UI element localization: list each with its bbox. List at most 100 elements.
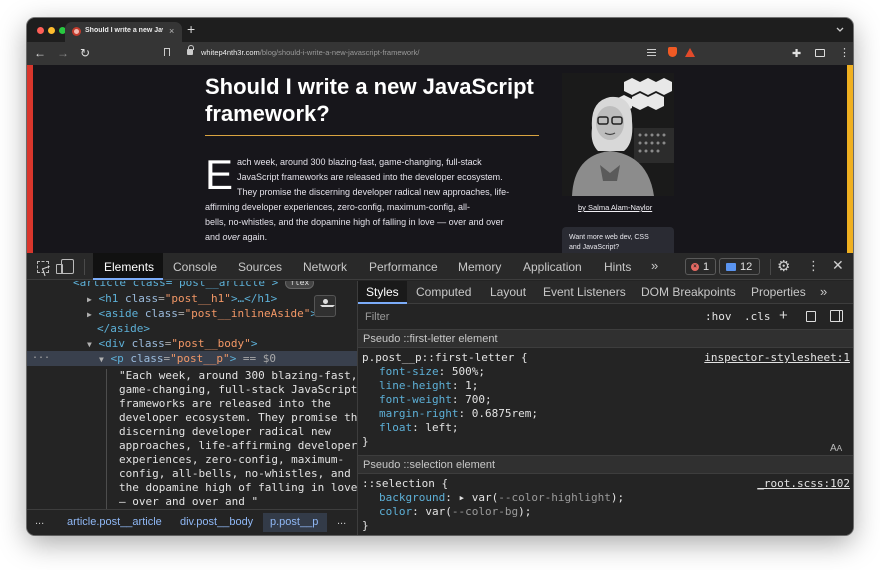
lock-icon[interactable] <box>187 45 194 55</box>
tab-performance[interactable]: Performance <box>369 260 438 274</box>
rewards-icon[interactable] <box>685 48 695 57</box>
bookmark-icon[interactable] <box>164 48 170 56</box>
tab-hints[interactable]: Hints <box>604 260 631 274</box>
toggle-hover-state-button[interactable]: :hov <box>705 310 732 323</box>
selection-source-link[interactable]: _root.scss:102 <box>757 477 850 490</box>
tab-layout[interactable]: Layout <box>490 285 526 299</box>
tab-memory[interactable]: Memory <box>458 260 501 274</box>
close-devtools-icon[interactable]: ✕ <box>832 257 844 274</box>
devtools-menu-icon[interactable]: ⋮ <box>807 258 820 274</box>
css-property[interactable]: font-weight: 700; <box>379 393 492 407</box>
dom-text-line: game-changing, full-stack JavaScript <box>119 383 357 396</box>
message-count: 12 <box>740 261 753 273</box>
first-letter-selector[interactable]: p.post__p::first-letter { <box>362 351 528 365</box>
selection-selector[interactable]: ::selection { <box>362 477 448 491</box>
dom-text-line: discerning developer radical new <box>119 425 331 438</box>
tab-title: Should I write a new JavaScri... <box>85 27 163 34</box>
dom-node-div[interactable]: ▼ <div class="post__body"> <box>87 337 257 352</box>
headline-rule <box>205 135 539 136</box>
promo-text: Want more web dev, CSS <box>569 234 649 241</box>
tab-strip: Should I write a new JavaScri... × + <box>27 18 853 42</box>
forward-icon[interactable]: → <box>57 47 69 59</box>
devtools-panel: Elements Console Sources Network Perform… <box>27 253 853 535</box>
pseudo-first-letter-header: Pseudo ::first-letter element <box>358 330 853 348</box>
dom-text-line: developer ecosystem. They promise the <box>119 411 357 424</box>
author-byline-link[interactable]: by Salma Alam-Naylor <box>578 203 652 212</box>
styles-filter-input[interactable]: Filter <box>362 309 692 325</box>
tab-sources[interactable]: Sources <box>238 260 282 274</box>
menu-icon[interactable]: ⋮ <box>839 46 850 59</box>
minimize-window-button[interactable] <box>48 27 55 34</box>
inspect-element-icon[interactable] <box>37 261 49 273</box>
breadcrumb-overflow-left[interactable]: ... <box>35 515 44 527</box>
tab-network[interactable]: Network <box>303 260 347 274</box>
page-viewport: Should I write a new JavaScript framewor… <box>27 65 853 253</box>
message-count-badge[interactable]: 12 <box>719 258 760 275</box>
back-icon[interactable]: ← <box>34 47 46 59</box>
breadcrumb-overflow-right[interactable]: ... <box>337 515 346 527</box>
toggle-classes-button[interactable]: .cls <box>744 310 771 323</box>
dom-text-line: frameworks are released into the <box>119 397 331 410</box>
toggle-sidebar-icon[interactable] <box>830 310 843 322</box>
breadcrumb-div[interactable]: div.post__body <box>180 516 253 528</box>
dom-node-aside-close[interactable]: </aside> <box>97 322 150 336</box>
brave-shield-icon[interactable] <box>668 47 677 57</box>
tab-close-icon[interactable]: × <box>169 26 174 36</box>
breadcrumb-p[interactable]: p.post__p <box>270 516 318 528</box>
divider <box>84 259 85 275</box>
dom-tree: ... <article class="post__article"> flex… <box>27 281 357 509</box>
tab-styles[interactable]: Styles <box>358 281 407 304</box>
device-toolbar-icon[interactable] <box>56 259 74 274</box>
breadcrumb-article[interactable]: article.post__article <box>67 516 162 528</box>
first-letter-source-link[interactable]: inspector-stylesheet:1 <box>704 351 850 364</box>
tab-event-listeners[interactable]: Event Listeners <box>543 285 626 299</box>
indent-guide <box>106 369 107 509</box>
tab-console[interactable]: Console <box>173 260 217 274</box>
article-body-line: and over again. <box>205 232 268 242</box>
new-tab-button[interactable]: + <box>187 21 195 37</box>
reload-icon[interactable]: ↻ <box>80 47 90 59</box>
css-property[interactable]: color: var(--color-bg); <box>379 505 531 519</box>
css-property[interactable]: float: left; <box>379 421 459 435</box>
dom-node-h1[interactable]: ▶ <h1 class="post__h1">…</h1> <box>87 292 277 307</box>
right-accent-bar <box>847 65 853 253</box>
error-count: 1 <box>703 261 710 273</box>
browser-window: Should I write a new JavaScri... × + ← →… <box>27 18 853 535</box>
css-property[interactable]: margin-right: 0.6875rem; <box>379 407 538 421</box>
dom-text-line: approaches, life-affirming developer <box>119 439 357 452</box>
tab-elements[interactable]: Elements <box>93 253 163 280</box>
url-path: /blog/should-i-write-a-new-javascript-fr… <box>259 48 420 57</box>
extensions-icon[interactable]: ✚ <box>792 47 801 60</box>
css-property[interactable]: background: ▸ var(--color-highlight); <box>379 491 624 505</box>
css-property[interactable]: line-height: 1; <box>379 379 478 393</box>
new-style-rule-icon[interactable]: + <box>779 307 788 324</box>
settings-gear-icon[interactable]: ⚙ <box>777 257 790 275</box>
font-editor-icon[interactable]: AA <box>830 443 842 454</box>
rendering-emulation-icon[interactable] <box>806 311 816 322</box>
dom-node-article[interactable]: <article class="post__article"> flex <box>73 281 315 290</box>
url-text[interactable]: whitep4nth3r.com/blog/should-i-write-a-n… <box>201 48 419 57</box>
devtools-tab-bar: Elements Console Sources Network Perform… <box>27 253 853 280</box>
tab-search-icon[interactable] <box>835 25 845 35</box>
tab-properties[interactable]: Properties <box>751 285 806 299</box>
accessibility-tree-icon[interactable] <box>314 295 336 317</box>
reader-icon[interactable] <box>647 49 656 56</box>
node-actions-ellipsis[interactable]: ... <box>32 350 50 361</box>
newsletter-promo: Want more web dev, CSS and JavaScript? <box>562 227 674 253</box>
close-window-button[interactable] <box>37 27 44 34</box>
browser-tab-active[interactable]: Should I write a new JavaScri... × <box>65 22 182 42</box>
dom-node-aside[interactable]: ▶ <aside class="post__inlineAside">… <box>87 307 324 322</box>
tab-dom-breakpoints[interactable]: DOM Breakpoints <box>641 285 736 299</box>
media-icon[interactable] <box>815 49 825 57</box>
tab-application[interactable]: Application <box>523 260 582 274</box>
css-property[interactable]: font-size: 500%; <box>379 365 485 379</box>
more-tabs-icon[interactable]: » <box>651 258 658 273</box>
more-style-tabs-icon[interactable]: » <box>820 284 827 299</box>
tab-computed[interactable]: Computed <box>416 285 471 299</box>
dom-node-p-selected[interactable]: ▼ <p class="post__p"> == $0 <box>99 352 276 367</box>
error-count-badge[interactable]: × 1 <box>685 258 716 275</box>
article-body-line: They promise the discerning developer ra… <box>237 187 510 197</box>
flex-badge[interactable]: flex <box>284 281 315 289</box>
article-body-line: JavaScript frameworks are released into … <box>237 172 503 182</box>
styles-tab-bar: Styles Computed Layout Event Listeners D… <box>358 281 853 304</box>
